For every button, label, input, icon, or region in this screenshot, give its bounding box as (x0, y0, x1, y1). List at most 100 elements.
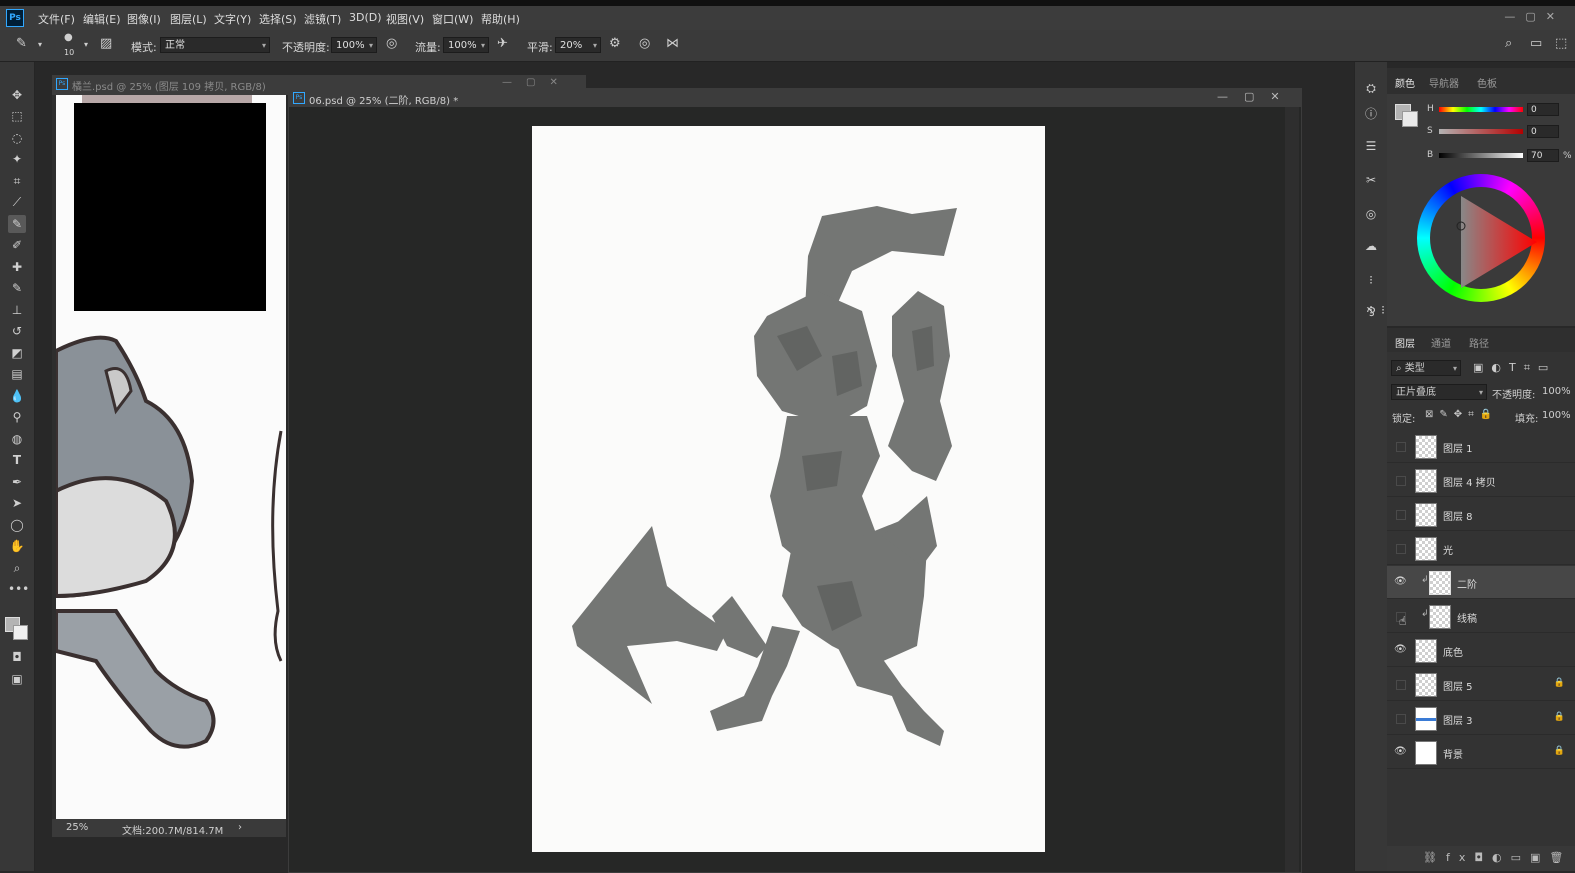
symmetry-butterfly-icon[interactable]: ⋈ (666, 36, 679, 51)
path-selection-tool-icon[interactable]: ➤ (8, 494, 26, 512)
flow-input[interactable]: 100% ▾ (443, 37, 489, 53)
layer-row[interactable]: 👁 底色 (1387, 634, 1575, 667)
opacity-input[interactable]: 100% ▾ (331, 37, 377, 53)
hue-slider[interactable] (1439, 107, 1523, 112)
window-controls[interactable]: —▢✕ (1504, 10, 1565, 23)
document-2-tab[interactable]: Ps 06.psd @ 25% (二阶, RGB/8) * —▢✕ (289, 89, 1301, 107)
menu-filter[interactable]: 滤镜(T) (304, 11, 341, 27)
tab-layers[interactable]: 图层 (1395, 335, 1415, 350)
color-wheel[interactable] (1417, 174, 1545, 302)
tab-swatches[interactable]: 色板 (1477, 75, 1497, 90)
gear-icon[interactable]: ⚙ (609, 36, 621, 51)
brush-settings-icon[interactable]: ▨ (100, 36, 112, 51)
character-panel-icon[interactable]: ⁝ (1363, 272, 1379, 288)
visibility-toggle[interactable] (1396, 680, 1406, 690)
blend-mode-select[interactable]: 正片叠底 ▾ (1391, 384, 1487, 400)
background-swatch[interactable] (1402, 111, 1418, 127)
workspace-icon[interactable]: ▭ (1530, 36, 1542, 51)
menu-3d[interactable]: 3D(D) (349, 11, 382, 24)
vertical-scrollbar[interactable] (1285, 107, 1299, 872)
menu-file[interactable]: 文件(F) (38, 11, 75, 27)
document-2-window-controls[interactable]: —▢✕ (1217, 90, 1296, 103)
move-tool-icon[interactable]: ✥ (8, 86, 26, 104)
marquee-tool-icon[interactable]: ⬚ (8, 107, 26, 125)
type-tool-icon[interactable]: T (8, 451, 26, 469)
menu-type[interactable]: 文字(Y) (214, 11, 251, 27)
background-color-swatch[interactable] (13, 625, 28, 640)
saturation-slider[interactable] (1439, 129, 1523, 134)
zoom-tool-icon[interactable]: ⌕ (8, 559, 26, 577)
screen-mode-icon[interactable]: ▣ (8, 670, 26, 688)
menu-image[interactable]: 图像(I) (127, 11, 161, 27)
menu-window[interactable]: 窗口(W) (432, 11, 473, 27)
layer-row[interactable]: 光 (1387, 532, 1575, 565)
more-tools-icon[interactable]: ••• (8, 580, 29, 598)
brush-tool-icon[interactable]: ✎ (8, 215, 26, 233)
lock-icons[interactable]: ⊠✎✥⌗🔒 (1425, 409, 1498, 420)
layer-action-icons[interactable]: ⛓fx◘◐▭▣🗑 (1423, 851, 1572, 864)
chevron-down-icon[interactable]: ▾ (38, 40, 42, 49)
adjustments-panel-icon[interactable]: ⅋ (1363, 304, 1379, 320)
layer-row[interactable]: 图层 3 🔒 (1387, 702, 1575, 735)
chevron-down-icon[interactable]: ▾ (84, 40, 88, 49)
pencil-tool-icon[interactable]: ✐ (8, 236, 26, 254)
brush-preset-icon[interactable]: ✎ (16, 36, 27, 51)
zoom-level[interactable]: 25% (66, 822, 88, 833)
clone-stamp-tool-icon[interactable]: ⊥ (8, 301, 26, 319)
visibility-toggle[interactable] (1396, 476, 1406, 486)
h-value-input[interactable]: 0 (1527, 103, 1559, 116)
dodge-tool-icon[interactable]: ⚲ (8, 408, 26, 426)
layer-opacity-value[interactable]: 100% (1542, 386, 1571, 397)
layer-filter-icons[interactable]: ▣◐T⌗▭ (1473, 361, 1556, 375)
magic-wand-tool-icon[interactable]: ✦ (8, 150, 26, 168)
mode-select[interactable]: 正常 ▾ (160, 37, 270, 53)
gradient-tool-icon[interactable]: ▤ (8, 365, 26, 383)
properties-panel-icon[interactable]: ☰ (1363, 138, 1379, 154)
tab-channels[interactable]: 通道 (1431, 335, 1451, 350)
quick-mask-icon[interactable]: ◘ (8, 648, 26, 666)
eye-icon[interactable]: 👁 (1394, 644, 1407, 656)
smooth-input[interactable]: 20% ▾ (555, 37, 601, 53)
tool-presets-icon[interactable]: ✂ (1363, 172, 1379, 188)
eye-icon[interactable]: 👁 (1394, 746, 1407, 758)
document-1-window-controls[interactable]: —▢✕ (502, 77, 572, 88)
lasso-tool-icon[interactable]: ◌ (8, 129, 26, 147)
document-1-canvas[interactable] (56, 95, 286, 819)
layer-row[interactable]: 图层 5 🔒 (1387, 668, 1575, 701)
fill-value[interactable]: 100% (1542, 410, 1571, 421)
layer-row-selected[interactable]: 👁 ↲ 二阶 (1387, 566, 1575, 599)
eraser-tool-icon[interactable]: ◩ (8, 344, 26, 362)
chevron-right-icon[interactable]: › (238, 822, 242, 833)
tab-paths[interactable]: 路径 (1469, 335, 1489, 350)
layer-row[interactable]: 👁 背景 🔒 (1387, 736, 1575, 769)
tab-color[interactable]: 颜色 (1395, 75, 1415, 90)
menu-view[interactable]: 视图(V) (386, 11, 424, 27)
pressure-opacity-icon[interactable]: ◎ (386, 36, 397, 51)
healing-brush-tool-icon[interactable]: ✚ (8, 258, 26, 276)
tab-navigator[interactable]: 导航器 (1429, 75, 1459, 90)
s-value-input[interactable]: 0 (1527, 125, 1559, 138)
crop-tool-icon[interactable]: ⌗ (8, 172, 26, 190)
menu-edit[interactable]: 编辑(E) (83, 11, 121, 27)
hand-tool-icon[interactable]: ✋ (8, 537, 26, 555)
pen-tool-icon[interactable]: ✒ (8, 473, 26, 491)
menu-help[interactable]: 帮助(H) (481, 11, 520, 27)
menu-layer[interactable]: 图层(L) (170, 11, 207, 27)
history-brush-tool-icon[interactable]: ↺ (8, 322, 26, 340)
info-panel-icon[interactable]: ⓘ (1363, 106, 1379, 122)
clone-source-icon[interactable]: ☁ (1363, 238, 1379, 254)
history-panel-icon[interactable]: ⛭ (1363, 80, 1379, 96)
search-icon[interactable]: ⌕ (1505, 36, 1512, 51)
visibility-toggle[interactable] (1396, 510, 1406, 520)
menu-select[interactable]: 选择(S) (259, 11, 297, 27)
mixer-brush-tool-icon[interactable]: ✎ (8, 279, 26, 297)
visibility-toggle[interactable] (1396, 544, 1406, 554)
blur-tool-icon[interactable]: 💧 (8, 387, 26, 405)
eyedropper-tool-icon[interactable]: ⟋ (8, 193, 26, 211)
brush-dot-icon[interactable]: ● (64, 32, 73, 43)
document-2-canvas[interactable] (532, 126, 1045, 852)
layer-row[interactable]: ↲ 线稿 ☝ (1387, 600, 1575, 633)
ellipse-tool-icon[interactable]: ◯ (8, 516, 26, 534)
layer-filter-select[interactable]: ⌕ 类型 ▾ (1391, 360, 1461, 376)
layer-row[interactable]: 图层 8 (1387, 498, 1575, 531)
